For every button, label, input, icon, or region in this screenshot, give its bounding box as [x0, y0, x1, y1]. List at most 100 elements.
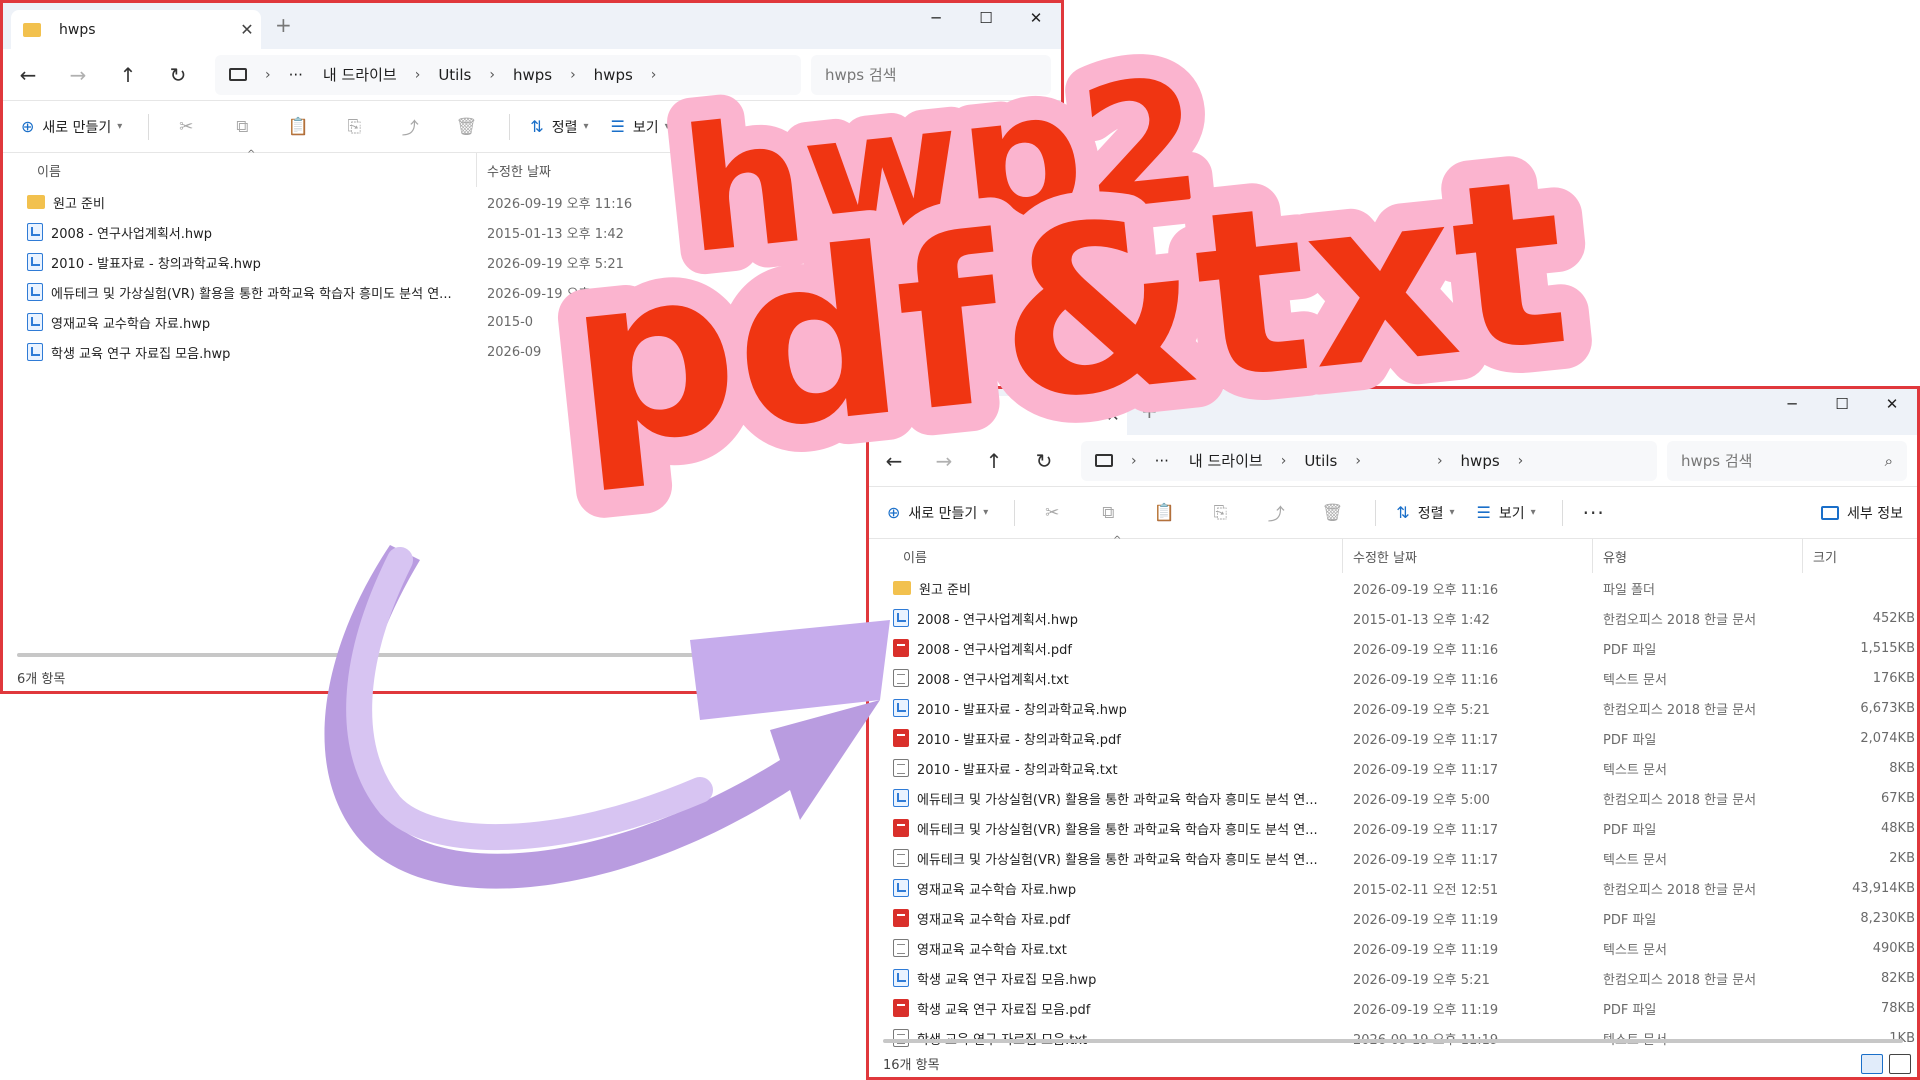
rename-icon[interactable]: ⎘ [1195, 497, 1245, 529]
column-size[interactable]: 크기 [1803, 539, 1917, 573]
file-type: 한컴오피스 2018 한글 문서 [1603, 882, 1757, 898]
file-name: 2008 - 연구사업계획서.pdf [917, 642, 1072, 658]
breadcrumb-ellipsis[interactable]: ··· [279, 66, 313, 84]
close-tab-icon[interactable]: ✕ [233, 20, 261, 39]
breadcrumb-item[interactable]: 내 드라이브 [313, 64, 407, 85]
forward-icon[interactable]: → [53, 55, 103, 95]
file-row[interactable]: 에듀테크 및 가상실험(VR) 활용을 통한 과학교육 학습자 흥미도 분석 연… [869, 843, 1917, 873]
minimize-icon[interactable]: ─ [1767, 389, 1817, 419]
tab-hwps[interactable]: hwps ✕ [11, 10, 261, 49]
sort-button[interactable]: ⇅ 정렬 ▾ [1388, 497, 1462, 529]
file-size: 2,074KB [1860, 730, 1915, 746]
file-name: 2008 - 연구사업계획서.txt [917, 672, 1069, 688]
file-row[interactable]: 학생 교육 연구 자료집 모음.hwp 2026-09-19 오후 5:21 한컴오… [869, 963, 1917, 993]
paste-icon[interactable]: 📋 [273, 111, 323, 143]
column-name[interactable]: 이름 ^ [27, 149, 477, 187]
file-row[interactable]: 영재교육 교수학습 자료.hwp 2015-0 [3, 307, 1061, 337]
cut-icon[interactable]: ✂ [161, 111, 211, 143]
delete-icon[interactable]: 🗑 [1307, 497, 1357, 529]
file-row[interactable]: 에듀테크 및 가상실험(VR) 활용을 통한 과학교육 학습자 흥미도 분석 연… [3, 277, 1061, 307]
refresh-icon[interactable]: ↻ [1019, 441, 1069, 481]
breadcrumb-item[interactable]: Utils [1294, 452, 1347, 470]
details-view-icon[interactable] [1861, 1054, 1883, 1074]
view-button[interactable]: ☰ 보기 ▾ [603, 111, 678, 143]
delete-icon[interactable]: 🗑 [441, 111, 491, 143]
item-count: 6개 항목 [17, 671, 66, 687]
view-button[interactable]: ☰ 보기 ▾ [1469, 497, 1544, 529]
copy-icon[interactable]: ⧉ [217, 111, 267, 143]
file-row[interactable]: 에듀테크 및 가상실험(VR) 활용을 통한 과학교육 학습자 흥미도 분석 연… [869, 813, 1917, 843]
copy-icon[interactable]: ⧉ [1083, 497, 1133, 529]
close-icon[interactable]: ✕ [1867, 389, 1917, 419]
column-date[interactable]: 수정한 날짜 [1343, 539, 1593, 573]
file-row[interactable]: 원고 준비 2026-09-19 오후 11:16 [3, 187, 1061, 217]
more-options-icon[interactable]: ··· [1583, 501, 1605, 525]
file-row[interactable]: 영재교육 교수학습 자료.pdf 2026-09-19 오후 11:19 PDF 파… [869, 903, 1917, 933]
new-tab-icon[interactable]: + [1141, 399, 1158, 423]
breadcrumb[interactable]: › ··· 내 드라이브 › Utils › hwps › hwps › [215, 54, 801, 95]
breadcrumb-item[interactable]: hwps [503, 66, 562, 84]
file-row[interactable]: 2010 - 발표자료 - 창의과학교육.hwp 2026-09-19 오후 5:… [869, 693, 1917, 723]
tab-title: hwps [925, 407, 962, 424]
file-name-cell: 에듀테크 및 가상실험(VR) 활용을 통한 과학교육 학습자 흥미도 분석 연… [875, 783, 1341, 813]
cut-icon[interactable]: ✂ [1027, 497, 1077, 529]
forward-icon[interactable]: → [919, 441, 969, 481]
file-row[interactable]: 2008 - 연구사업계획서.txt 2026-09-19 오후 11:16 텍스트… [869, 663, 1917, 693]
file-row[interactable]: 원고 준비 2026-09-19 오후 11:16 파일 폴더 [869, 573, 1917, 603]
file-date: 2026-09-19 오후 11:16 [1353, 672, 1499, 688]
column-name[interactable]: 이름 ^ [893, 535, 1343, 573]
file-row[interactable]: 에듀테크 및 가상실험(VR) 활용을 통한 과학교육 학습자 흥미도 분석 연… [869, 783, 1917, 813]
file-row[interactable]: 영재교육 교수학습 자료.txt 2026-09-19 오후 11:19 텍스트 문… [869, 933, 1917, 963]
txt-file-icon [893, 669, 909, 687]
separator [148, 113, 150, 140]
file-date: 2015-01-13 오후 1:42 [487, 226, 624, 242]
minimize-icon[interactable]: ─ [911, 3, 961, 33]
close-tab-icon[interactable]: ✕ [1099, 406, 1127, 425]
computer-icon[interactable] [1095, 454, 1113, 467]
column-date[interactable]: 수정한 날짜 [477, 153, 707, 187]
file-row[interactable]: 2008 - 연구사업계획서.pdf 2026-09-19 오후 11:16 PDF… [869, 633, 1917, 663]
search-input[interactable]: hwps 검색 ⌕ [1667, 440, 1907, 481]
file-row[interactable]: 영재교육 교수학습 자료.hwp 2015-02-11 오전 12:51 한컴오피스… [869, 873, 1917, 903]
paste-icon[interactable]: 📋 [1139, 497, 1189, 529]
share-icon[interactable]: ⤴ [385, 108, 435, 145]
computer-icon[interactable] [229, 68, 247, 81]
file-row[interactable]: 2008 - 연구사업계획서.hwp 2015-01-13 오후 1:42 [3, 217, 1061, 247]
close-icon[interactable]: ✕ [1011, 3, 1061, 33]
file-row[interactable]: 학생 교육 연구 자료집 모음.hwp 2026-09 [3, 337, 1061, 367]
back-icon[interactable]: ← [3, 55, 53, 95]
maximize-icon[interactable]: ☐ [1817, 389, 1867, 419]
sort-button[interactable]: ⇅ 정렬 ▾ [522, 111, 596, 143]
search-icon[interactable]: ⌕ [1885, 452, 1893, 470]
rename-icon[interactable]: ⎘ [329, 111, 379, 143]
file-row[interactable]: 2010 - 발표자료 - 창의과학교육.pdf 2026-09-19 오후 11… [869, 723, 1917, 753]
file-row[interactable]: 학생 교육 연구 자료집 모음.pdf 2026-09-19 오후 11:19 PD… [869, 993, 1917, 1023]
new-button[interactable]: ⊕ 새로 만들기 ▾ [879, 497, 996, 529]
share-icon[interactable]: ⤴ [1251, 494, 1301, 531]
breadcrumb-item[interactable]: Utils [428, 66, 481, 84]
large-icons-view-icon[interactable] [1889, 1054, 1911, 1074]
tab-hwps[interactable]: hwps ✕ [877, 396, 1127, 435]
breadcrumb-item[interactable]: hwps [1451, 452, 1510, 470]
details-pane-button[interactable]: 세부 정보 [1821, 503, 1903, 523]
column-header: 이름 ^ 수정한 날짜 유형 크기 [869, 535, 1917, 573]
file-row[interactable]: 2010 - 발표자료 - 창의과학교육.hwp 2026-09-19 오후 5:… [3, 247, 1061, 277]
up-icon[interactable]: ↑ [103, 55, 153, 95]
new-tab-icon[interactable]: + [275, 13, 292, 37]
refresh-icon[interactable]: ↻ [153, 55, 203, 95]
horizontal-scrollbar[interactable] [883, 1039, 1903, 1043]
file-row[interactable]: 2010 - 발표자료 - 창의과학교육.txt 2026-09-19 오후 11… [869, 753, 1917, 783]
breadcrumb-item[interactable]: hwps [584, 66, 643, 84]
back-icon[interactable]: ← [869, 441, 919, 481]
search-input[interactable]: hwps 검색 [811, 54, 1051, 95]
breadcrumb[interactable]: › ··· 내 드라이브 › Utils › › hwps › [1081, 440, 1657, 481]
maximize-icon[interactable]: ☐ [961, 3, 1011, 33]
new-button[interactable]: ⊕ 새로 만들기 ▾ [13, 111, 130, 143]
breadcrumb-item[interactable]: 내 드라이브 [1179, 450, 1273, 471]
chevron-right-icon: › [570, 66, 576, 83]
column-type[interactable]: 유형 [1593, 539, 1803, 573]
breadcrumb-ellipsis[interactable]: ··· [1145, 452, 1179, 470]
command-bar: ⊕ 새로 만들기 ▾ ✂ ⧉ 📋 ⎘ ⤴ 🗑 ⇅ 정렬 ▾ ☰ 보기 ▾ [3, 101, 1061, 153]
up-icon[interactable]: ↑ [969, 441, 1019, 481]
file-row[interactable]: 2008 - 연구사업계획서.hwp 2015-01-13 오후 1:42 한컴오피… [869, 603, 1917, 633]
